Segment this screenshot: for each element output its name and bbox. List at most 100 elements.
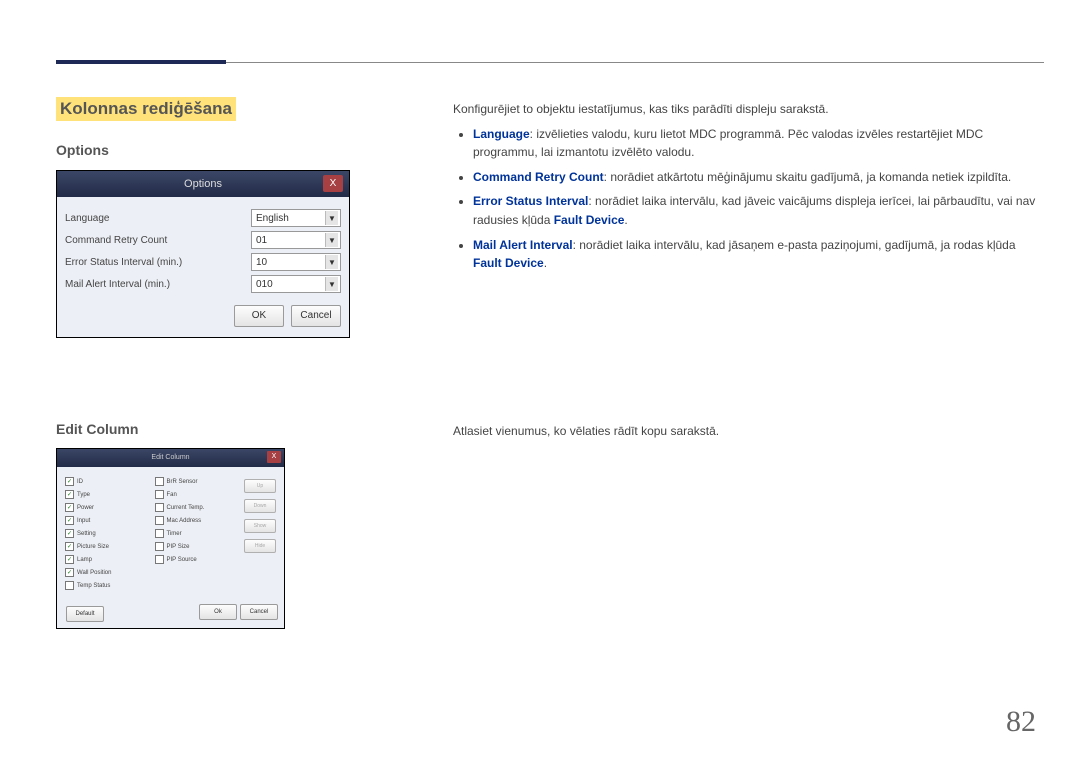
options-dialog-titlebar: Options X bbox=[57, 171, 349, 197]
edit-column-side-buttons: Up Down Show Hide bbox=[244, 475, 278, 592]
checkbox-item[interactable]: Current Temp. bbox=[155, 501, 239, 514]
fault-device-link: Fault Device bbox=[554, 213, 625, 227]
down-button[interactable]: Down bbox=[244, 499, 276, 513]
term-language: Language bbox=[473, 127, 530, 141]
checkbox-label: Temp Status bbox=[77, 583, 110, 589]
chevron-down-icon: ▼ bbox=[325, 233, 338, 247]
text-esi-2: . bbox=[624, 213, 627, 227]
edit-column-col1: ✓ID✓Type✓Power✓Input✓Setting✓Picture Siz… bbox=[65, 475, 149, 592]
edit-column-col2: BrR Sensor FanCurrent Temp. Mac Address Tim… bbox=[155, 475, 239, 592]
edit-column-intro: Atlasiet vienumus, ko vēlaties rādīt kop… bbox=[453, 424, 719, 438]
term-crc: Command Retry Count bbox=[473, 170, 604, 184]
language-select[interactable]: English ▼ bbox=[251, 209, 341, 227]
options-dialog-body: Language English ▼ Command Retry Count 0… bbox=[57, 197, 349, 295]
checkbox-item[interactable]: ✓Picture Size bbox=[65, 540, 149, 553]
checkbox-item[interactable]: Fan bbox=[155, 488, 239, 501]
checkbox-label: PIP Source bbox=[167, 557, 197, 563]
checkbox-icon[interactable]: ✓ bbox=[65, 490, 74, 499]
edit-column-body: ✓ID✓Type✓Power✓Input✓Setting✓Picture Siz… bbox=[57, 467, 284, 596]
checkbox-item[interactable]: ✓Power bbox=[65, 501, 149, 514]
option-label: Mail Alert Interval (min.) bbox=[65, 279, 251, 290]
checkbox-icon[interactable] bbox=[65, 581, 74, 590]
checkbox-icon[interactable]: ✓ bbox=[65, 477, 74, 486]
checkbox-icon[interactable] bbox=[155, 555, 164, 564]
page-rule-accent bbox=[56, 60, 226, 64]
checkbox-label: PIP Size bbox=[167, 544, 190, 550]
checkbox-icon[interactable]: ✓ bbox=[65, 555, 74, 564]
cancel-button[interactable]: Cancel bbox=[240, 604, 278, 620]
bullet-crc: Command Retry Count: norādiet atkārtotu … bbox=[473, 168, 1040, 187]
checkbox-item[interactable]: ✓ID bbox=[65, 475, 149, 488]
checkbox-icon[interactable]: ✓ bbox=[65, 503, 74, 512]
bullet-language: Language: izvēlieties valodu, kuru lieto… bbox=[473, 125, 1040, 162]
edit-column-titlebar: Edit Column X bbox=[57, 449, 284, 467]
checkbox-item[interactable]: PIP Source bbox=[155, 553, 239, 566]
chevron-down-icon: ▼ bbox=[325, 277, 338, 291]
cancel-button[interactable]: Cancel bbox=[291, 305, 341, 327]
checkbox-label: ID bbox=[77, 479, 83, 485]
up-button[interactable]: Up bbox=[244, 479, 276, 493]
text-crc: : norādiet atkārtotu mēģinājumu skaitu g… bbox=[604, 170, 1012, 184]
show-button[interactable]: Show bbox=[244, 519, 276, 533]
checkbox-item[interactable]: ✓Wall Position bbox=[65, 566, 149, 579]
checkbox-item[interactable]: ✓Lamp bbox=[65, 553, 149, 566]
checkbox-icon[interactable]: ✓ bbox=[65, 542, 74, 551]
close-icon[interactable]: X bbox=[267, 451, 281, 463]
options-dialog: Options X Language English ▼ Command Ret… bbox=[56, 170, 350, 338]
checkbox-label: Input bbox=[77, 518, 90, 524]
hide-button[interactable]: Hide bbox=[244, 539, 276, 553]
checkbox-label: Wall Position bbox=[77, 570, 111, 576]
checkbox-icon[interactable]: ✓ bbox=[65, 568, 74, 577]
checkbox-label: Timer bbox=[167, 531, 182, 537]
page-number: 82 bbox=[1006, 705, 1036, 739]
checkbox-label: Mac Address bbox=[167, 518, 202, 524]
chevron-down-icon: ▼ bbox=[325, 255, 338, 269]
language-value: English bbox=[256, 213, 289, 224]
crc-select[interactable]: 01 ▼ bbox=[251, 231, 341, 249]
edit-column-title: Edit Column bbox=[151, 454, 189, 461]
checkbox-icon[interactable] bbox=[155, 516, 164, 525]
checkbox-label: Lamp bbox=[77, 557, 92, 563]
options-heading: Options bbox=[56, 142, 109, 158]
esi-select[interactable]: 10 ▼ bbox=[251, 253, 341, 271]
term-esi: Error Status Interval bbox=[473, 194, 588, 208]
checkbox-label: Picture Size bbox=[77, 544, 109, 550]
fault-device-link: Fault Device bbox=[473, 256, 544, 270]
options-intro: Konfigurējiet to objektu iestatījumus, k… bbox=[453, 100, 1040, 119]
options-dialog-title: Options bbox=[184, 178, 222, 190]
checkbox-item[interactable]: ✓Input bbox=[65, 514, 149, 527]
checkbox-item[interactable]: Temp Status bbox=[65, 579, 149, 592]
ok-button[interactable]: OK bbox=[234, 305, 284, 327]
text-mai-2: . bbox=[544, 256, 547, 270]
option-row-language: Language English ▼ bbox=[65, 207, 341, 229]
chevron-down-icon: ▼ bbox=[325, 211, 338, 225]
checkbox-label: Power bbox=[77, 505, 94, 511]
checkbox-icon[interactable]: ✓ bbox=[65, 529, 74, 538]
options-dialog-buttons: OK Cancel bbox=[57, 295, 349, 337]
checkbox-icon[interactable]: ✓ bbox=[65, 516, 74, 525]
bullet-mai: Mail Alert Interval: norādiet laika inte… bbox=[473, 236, 1040, 273]
edit-column-footer: Default Ok Cancel bbox=[57, 596, 284, 628]
text-language: : izvēlieties valodu, kuru lietot MDC pr… bbox=[473, 127, 983, 160]
checkbox-icon[interactable] bbox=[155, 542, 164, 551]
checkbox-icon[interactable] bbox=[155, 477, 164, 486]
checkbox-item[interactable]: ✓Type bbox=[65, 488, 149, 501]
text-mai-1: : norādiet laika intervālu, kad jāsaņem … bbox=[573, 238, 1016, 252]
options-body-text: Konfigurējiet to objektu iestatījumus, k… bbox=[453, 100, 1040, 279]
checkbox-icon[interactable] bbox=[155, 503, 164, 512]
close-icon[interactable]: X bbox=[323, 175, 343, 192]
checkbox-icon[interactable] bbox=[155, 529, 164, 538]
checkbox-item[interactable]: BrR Sensor bbox=[155, 475, 239, 488]
checkbox-icon[interactable] bbox=[155, 490, 164, 499]
checkbox-label: BrR Sensor bbox=[167, 479, 198, 485]
checkbox-item[interactable]: Timer bbox=[155, 527, 239, 540]
checkbox-item[interactable]: Mac Address bbox=[155, 514, 239, 527]
option-row-esi: Error Status Interval (min.) 10 ▼ bbox=[65, 251, 341, 273]
term-mai: Mail Alert Interval bbox=[473, 238, 573, 252]
checkbox-label: Type bbox=[77, 492, 90, 498]
mai-select[interactable]: 010 ▼ bbox=[251, 275, 341, 293]
checkbox-item[interactable]: ✓Setting bbox=[65, 527, 149, 540]
checkbox-item[interactable]: PIP Size bbox=[155, 540, 239, 553]
default-button[interactable]: Default bbox=[66, 606, 104, 622]
ok-button[interactable]: Ok bbox=[199, 604, 237, 620]
